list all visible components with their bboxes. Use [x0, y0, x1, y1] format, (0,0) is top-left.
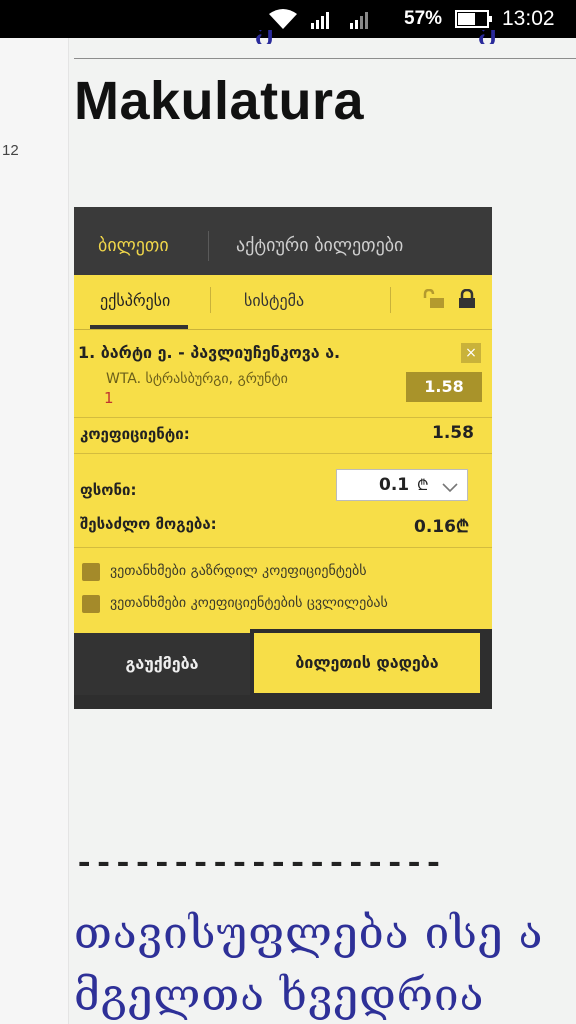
- stake-input: 0.1 ₾: [336, 469, 468, 501]
- stake-value: 0.1: [379, 475, 410, 495]
- subtab-system: სისტემა: [244, 291, 305, 310]
- tab-active-tickets: აქტიური ბილეთები: [236, 235, 404, 256]
- subtab-separator: [390, 287, 391, 313]
- lock-icon: [458, 288, 476, 313]
- place-bet-frame: ბილეთის დადება: [250, 629, 492, 709]
- subtab-express: ექსპრესი: [100, 291, 171, 310]
- checkbox-accept-odds-change: [82, 595, 100, 613]
- place-bet-button: ბილეთის დადება: [254, 633, 480, 693]
- cancel-button: გაუქმება: [74, 633, 250, 695]
- cut-off-heading-fragment: ე: [478, 30, 518, 44]
- selection-league: WTA. სტრასბურგი, გრუნტი: [106, 371, 288, 387]
- dashed-divider: -------------------: [74, 846, 444, 884]
- divider: [74, 58, 576, 59]
- checkbox-accept-increased-odds: [82, 563, 100, 581]
- betslip-bottom-border: [74, 695, 250, 709]
- battery-percent: 57%: [404, 8, 443, 29]
- quote-link[interactable]: თავისუფლება ისე ა: [74, 908, 543, 959]
- subtab-separator: [210, 287, 211, 313]
- left-gutter: 12: [0, 38, 69, 1024]
- coefficient-label: კოეფიციენტი:: [80, 425, 190, 443]
- selection-odd: 1.58: [406, 372, 482, 402]
- selection-name: 1. ბარტი ე. - პავლიუჩენკოვა ა.: [78, 343, 341, 362]
- divider: [74, 453, 492, 454]
- close-icon: ×: [461, 343, 481, 363]
- possible-win-value: 0.16₾: [414, 517, 470, 537]
- unlock-icon: [422, 288, 446, 313]
- cut-off-heading-fragment: ე: [255, 30, 285, 44]
- betslip-tabs: ბილეთი აქტიური ბილეთები: [74, 207, 492, 275]
- tab-ticket: ბილეთი: [98, 235, 169, 256]
- possible-win-label: შესაძლო მოგება:: [80, 515, 217, 533]
- stake-label: ფსონი:: [80, 481, 137, 499]
- coefficient-value: 1.58: [432, 423, 474, 443]
- cell-signal-icon: [311, 11, 333, 33]
- checkbox-label: ვეთანხმები გაზრდილ კოეფიციენტებს: [110, 563, 367, 579]
- tab-separator: [208, 231, 209, 261]
- checkbox-label: ვეთანხმები კოეფიციენტების ცვლილებას: [110, 595, 388, 611]
- subtab-active-indicator: [90, 325, 188, 329]
- selection-outcome: 1: [104, 389, 114, 407]
- divider: [74, 547, 492, 548]
- betslip-image: ბილეთი აქტიური ბილეთები ექსპრესი სისტემა…: [74, 207, 492, 709]
- quote-link[interactable]: მგელთა ხვედრია: [74, 970, 484, 1021]
- divider: [74, 417, 492, 418]
- gutter-number: 12: [2, 142, 19, 159]
- chevron-down-icon: [441, 479, 459, 498]
- cell-signal-weak-icon: [350, 11, 372, 33]
- currency-icon: ₾: [417, 476, 429, 494]
- clock: 13:02: [502, 7, 555, 30]
- page-title: Makulatura: [74, 71, 365, 131]
